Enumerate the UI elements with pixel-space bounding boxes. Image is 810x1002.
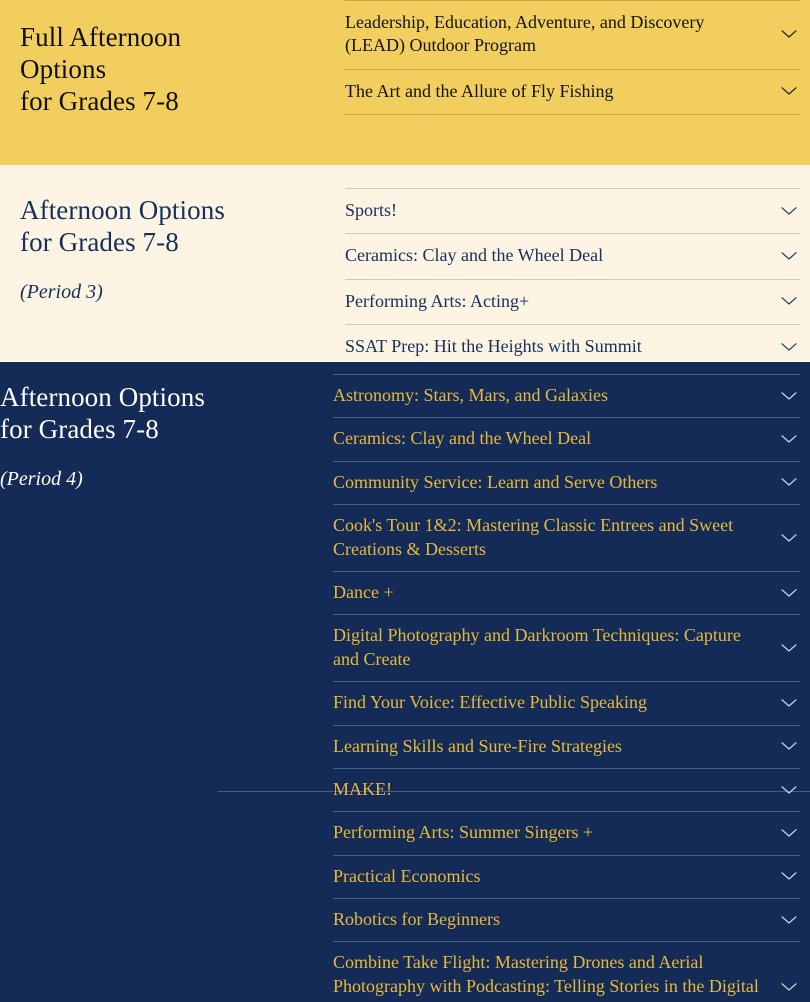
accordion-item-label: Find Your Voice: Effective Public Speaki…	[333, 692, 647, 713]
section-title-line-2: for Grades 7-8	[20, 226, 179, 257]
page-title: Afternoon Options for Grades 7-8	[0, 382, 317, 446]
section-divider-rule	[218, 791, 810, 792]
accordion-item-label: Dance +	[333, 581, 394, 602]
section-title-line-1: Afternoon Options	[20, 195, 225, 225]
section-title-line-1: Afternoon Options	[0, 382, 205, 412]
chevron-down-icon[interactable]	[778, 248, 800, 264]
accordion-item[interactable]: Learning Skills and Sure-Fire Strategies	[333, 724, 800, 768]
accordion-item[interactable]: Robotics for Beginners	[333, 898, 800, 941]
page-title: Full Afternoon Options for Grades 7-8	[20, 22, 325, 118]
page-title: Afternoon Options for Grades 7-8	[20, 195, 325, 259]
accordion-item[interactable]: The Art and the Allure of Fly Fishing	[345, 68, 800, 116]
section-period-label: (Period 3)	[20, 280, 103, 303]
accordion-item[interactable]: Performing Arts: Summer Singers +	[333, 811, 800, 854]
accordion-item-label: Astronomy: Stars, Mars, and Galaxies	[333, 385, 608, 405]
accordion-item[interactable]: Cook's Tour 1&2: Mastering Classic Entre…	[333, 504, 800, 571]
chevron-down-icon[interactable]	[778, 203, 800, 219]
accordion-item-label: Digital Photography and Darkroom Techniq…	[333, 625, 741, 669]
section-afternoon-grades-7-8-period-3: Afternoon Options for Grades 7-8 (Period …	[0, 165, 810, 362]
accordion-item-label: The Art and the Allure of Fly Fishing	[345, 80, 614, 101]
section-full-afternoon-grades-7-8: Full Afternoon Options for Grades 7-8 Lead…	[0, 0, 810, 165]
chevron-down-icon[interactable]	[778, 431, 800, 447]
accordion-item-label: Robotics for Beginners	[333, 909, 500, 930]
chevron-down-icon[interactable]	[778, 695, 800, 711]
accordion-item-label: Practical Economics	[333, 865, 481, 886]
chevron-down-icon[interactable]	[778, 339, 800, 355]
accordion-item-label: Ceramics: Clay and the Wheel Deal	[333, 428, 592, 449]
chevron-down-icon[interactable]	[778, 585, 800, 601]
accordion-item[interactable]: Ceramics: Clay and the Wheel Deal	[345, 233, 800, 278]
section-heading-column: Full Afternoon Options for Grades 7-8	[0, 0, 345, 118]
accordion-item[interactable]: Digital Photography and Darkroom Techniq…	[333, 614, 800, 681]
accordion-item[interactable]: Ceramics: Clay and the Wheel Deal	[333, 417, 800, 460]
chevron-down-icon[interactable]	[778, 474, 800, 490]
section-title-line-2: Options	[20, 53, 107, 84]
accordion-item[interactable]: Community Service: Learn and Serve Other…	[333, 460, 800, 504]
section-title-line-3: for Grades 7-8	[20, 85, 179, 116]
chevron-down-icon[interactable]	[778, 868, 800, 884]
chevron-down-icon[interactable]	[778, 979, 800, 995]
accordion-item-label: Cook's Tour 1&2: Mastering Classic Entre…	[333, 515, 734, 559]
accordion-period-4: Astronomy: Stars, Mars, and Galaxies Cer…	[333, 374, 800, 1002]
chevron-down-icon[interactable]	[778, 293, 800, 309]
accordion-item[interactable]: Dance +	[333, 570, 800, 614]
chevron-down-icon[interactable]	[778, 782, 800, 798]
accordion-item[interactable]: Astronomy: Stars, Mars, and Galaxies	[333, 374, 800, 417]
chevron-down-icon[interactable]	[778, 26, 800, 42]
section-title-line-1: Full Afternoon	[20, 22, 182, 52]
section-heading-column: Afternoon Options for Grades 7-8 (Period …	[0, 165, 345, 304]
accordion-item[interactable]: Sports!	[345, 188, 800, 233]
accordion-item-label: Ceramics: Clay and the Wheel Deal	[345, 245, 604, 266]
accordion-item-label: MAKE!	[333, 778, 392, 799]
accordion-item-label: Performing Arts: Acting+	[345, 290, 530, 311]
chevron-down-icon[interactable]	[778, 83, 800, 99]
chevron-down-icon[interactable]	[778, 388, 800, 404]
accordion-full-afternoon: Leadership, Education, Adventure, and Di…	[345, 0, 800, 116]
accordion-item[interactable]: Practical Economics	[333, 854, 800, 898]
accordion-item[interactable]: Combine Take Flight: Mastering Drones an…	[333, 941, 800, 1002]
section-afternoon-grades-7-8-period-4: Afternoon Options for Grades 7-8 (Period …	[0, 362, 810, 1002]
accordion-item[interactable]: Leadership, Education, Adventure, and Di…	[345, 0, 800, 69]
accordion-period-3: Sports! Ceramics: Clay and the Wheel Dea…	[345, 188, 800, 370]
accordion-item-label: Combine Take Flight: Mastering Drones an…	[333, 952, 759, 1002]
chevron-down-icon[interactable]	[778, 530, 800, 546]
chevron-down-icon[interactable]	[778, 912, 800, 928]
section-list-column: Leadership, Education, Adventure, and Di…	[345, 0, 810, 116]
chevron-down-icon[interactable]	[778, 738, 800, 754]
program-options-page: Full Afternoon Options for Grades 7-8 Lead…	[0, 0, 810, 1002]
accordion-item-label: Leadership, Education, Adventure, and Di…	[345, 12, 705, 56]
accordion-item-label: Sports!	[345, 200, 398, 220]
section-period-label: (Period 4)	[0, 467, 83, 490]
accordion-item[interactable]: Performing Arts: Acting+	[345, 278, 800, 324]
section-heading-column: Afternoon Options for Grades 7-8 (Period …	[0, 362, 333, 491]
chevron-down-icon[interactable]	[778, 640, 800, 656]
accordion-item-label: Community Service: Learn and Serve Other…	[333, 471, 658, 492]
section-list-column: Sports! Ceramics: Clay and the Wheel Dea…	[345, 165, 810, 370]
accordion-item[interactable]: Find Your Voice: Effective Public Speaki…	[333, 681, 800, 724]
accordion-item-label: Learning Skills and Sure-Fire Strategies	[333, 735, 622, 756]
section-list-column: Astronomy: Stars, Mars, and Galaxies Cer…	[333, 362, 810, 1002]
accordion-item[interactable]: MAKE!	[333, 767, 800, 811]
accordion-item-label: SSAT Prep: Hit the Heights with Summit	[345, 336, 642, 357]
section-title-line-2: for Grades 7-8	[0, 413, 159, 444]
accordion-item-label: Performing Arts: Summer Singers +	[333, 822, 594, 843]
chevron-down-icon[interactable]	[778, 825, 800, 841]
